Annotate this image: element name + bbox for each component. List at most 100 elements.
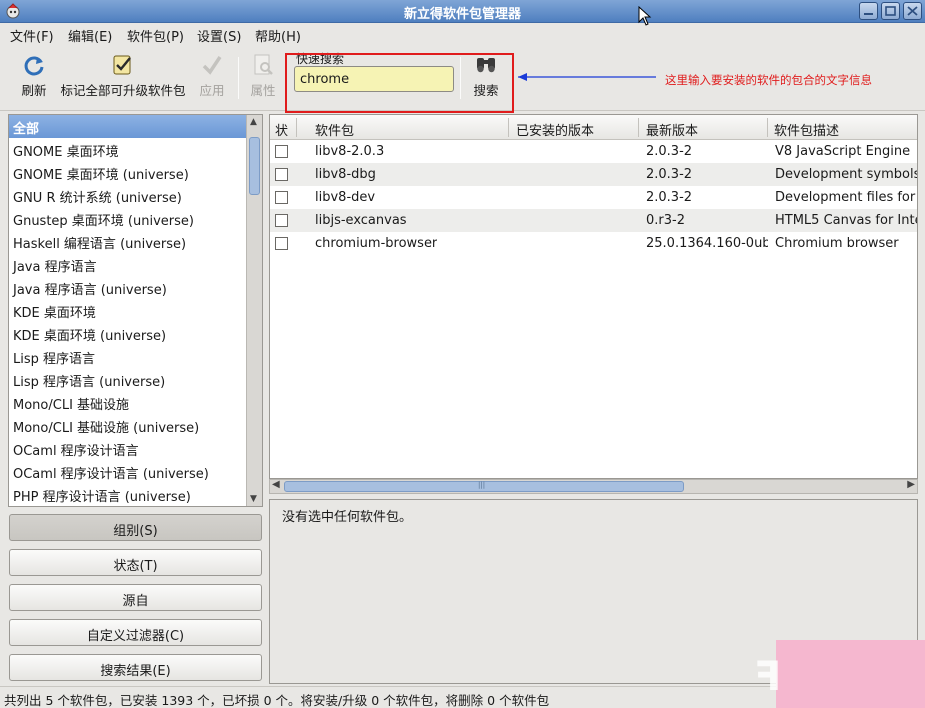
maximize-icon [885, 6, 896, 16]
table-row[interactable]: libv8-dev 2.0.3-2 Development files for [270, 186, 917, 209]
properties-label: 属性 [250, 83, 276, 98]
package-description: V8 JavaScript Engine [775, 144, 911, 159]
mark-all-label: 标记全部可升级软件包 [60, 83, 186, 98]
watermark-glyph-icon: ꟻ [754, 654, 782, 700]
list-item[interactable]: Java 程序语言 (universe) [9, 276, 247, 299]
toolbar-separator [238, 57, 239, 99]
menu-edit[interactable]: 编辑(E) [68, 26, 112, 45]
table-row[interactable]: libv8-dbg 2.0.3-2 Development symbols [270, 163, 917, 186]
list-item[interactable]: Mono/CLI 基础设施 [9, 391, 247, 414]
list-item[interactable]: KDE 桌面环境 [9, 299, 247, 322]
menu-file[interactable]: 文件(F) [10, 26, 54, 45]
column-divider [638, 118, 639, 137]
annotation-text: 这里输入要安装的软件的包合的文字信息 [665, 73, 872, 87]
table-row[interactable]: libjs-excanvas 0.r3-2 HTML5 Canvas for I… [270, 209, 917, 232]
latest-version: 2.0.3-2 [646, 167, 693, 182]
annotation-highlight-box [285, 53, 514, 113]
status-filter-button[interactable]: 状态(T) [9, 549, 262, 576]
list-item[interactable]: 全部 [9, 115, 247, 138]
title-bar: 新立得软件包管理器 [0, 0, 925, 23]
list-item[interactable]: GNU R 统计系统 (universe) [9, 184, 247, 207]
menu-help[interactable]: 帮助(H) [255, 26, 301, 45]
list-item[interactable]: Java 程序语言 [9, 253, 247, 276]
sections-list: 全部 GNOME 桌面环境 GNOME 桌面环境 (universe) GNU … [8, 114, 263, 507]
latest-version: 25.0.1364.160-0ubu [646, 236, 768, 251]
sections-scrollbar[interactable]: ▲ ▼ [246, 115, 262, 506]
list-item[interactable]: Mono/CLI 基础设施 (universe) [9, 414, 247, 437]
maximize-button[interactable] [881, 2, 900, 20]
table-row[interactable]: libv8-2.0.3 2.0.3-2 V8 JavaScript Engine [270, 140, 917, 163]
scroll-up-icon[interactable]: ▲ [250, 117, 257, 127]
mark-all-upgrades-button[interactable]: 标记全部可升级软件包 [56, 53, 190, 99]
list-item[interactable]: Haskell 编程语言 (universe) [9, 230, 247, 253]
scroll-down-icon[interactable]: ▼ [250, 494, 257, 504]
column-latest-version[interactable]: 最新版本 [646, 120, 698, 139]
package-description: Development files for [775, 190, 916, 205]
package-name: chromium-browser [315, 236, 438, 251]
latest-version: 0.r3-2 [646, 213, 685, 228]
table-header: 状 软件包 已安装的版本 最新版本 软件包描述 [270, 115, 917, 140]
properties-icon [254, 54, 273, 75]
table-horizontal-scrollbar[interactable]: ◀ ||| ▶ [269, 479, 918, 494]
sections-filter-button[interactable]: 组别(S) [9, 514, 262, 541]
package-table: 状 软件包 已安装的版本 最新版本 软件包描述 libv8-2.0.3 2.0.… [269, 114, 918, 479]
reload-button[interactable]: 刷新 [14, 53, 54, 99]
column-installed-version[interactable]: 已安装的版本 [516, 120, 594, 139]
reload-icon [24, 56, 44, 76]
list-item[interactable]: GNOME 桌面环境 (universe) [9, 161, 247, 184]
package-description: Development symbols [775, 167, 917, 182]
menu-bar: 文件(F) 编辑(E) 软件包(P) 设置(S) 帮助(H) [0, 23, 925, 45]
apply-label: 应用 [199, 83, 225, 98]
list-item[interactable]: OCaml 程序设计语言 (universe) [9, 460, 247, 483]
scrollbar-grip-icon: ||| [478, 481, 486, 489]
package-description: Chromium browser [775, 236, 899, 251]
column-package[interactable]: 软件包 [315, 120, 354, 139]
install-checkbox[interactable] [275, 237, 288, 250]
scroll-left-icon[interactable]: ◀ [272, 479, 280, 490]
minimize-button[interactable] [859, 2, 878, 20]
origin-filter-button[interactable]: 源自 [9, 584, 262, 611]
package-name: libv8-dev [315, 190, 376, 205]
list-item[interactable]: Gnustep 桌面环境 (universe) [9, 207, 247, 230]
details-message: 没有选中任何软件包。 [282, 510, 413, 525]
status-text: 共列出 5 个软件包，已安装 1393 个，已坏损 0 个。将安装/升级 0 个… [4, 693, 550, 708]
menu-package[interactable]: 软件包(P) [127, 26, 184, 45]
annotation-arrow-icon [518, 73, 656, 81]
list-item[interactable]: Lisp 程序语言 [9, 345, 247, 368]
apply-button[interactable]: 应用 [194, 53, 230, 99]
search-results-filter-button[interactable]: 搜索结果(E) [9, 654, 262, 681]
package-name: libjs-excanvas [315, 213, 407, 228]
list-item[interactable]: GNOME 桌面环境 [9, 138, 247, 161]
list-item[interactable]: Lisp 程序语言 (universe) [9, 368, 247, 391]
package-name: libv8-2.0.3 [315, 144, 385, 159]
list-item[interactable]: OCaml 程序设计语言 [9, 437, 247, 460]
column-description[interactable]: 软件包描述 [774, 120, 839, 139]
package-name: libv8-dbg [315, 167, 376, 182]
column-status[interactable]: 状 [275, 120, 288, 139]
column-divider [767, 118, 768, 137]
apply-check-icon [202, 56, 222, 75]
column-divider [508, 118, 509, 137]
package-description: HTML5 Canvas for Inte [775, 213, 917, 228]
list-item[interactable]: KDE 桌面环境 (universe) [9, 322, 247, 345]
custom-filter-button[interactable]: 自定义过滤器(C) [9, 619, 262, 646]
close-button[interactable] [903, 2, 922, 20]
scroll-right-icon[interactable]: ▶ [907, 479, 915, 490]
mark-upgrades-icon [113, 55, 131, 75]
scrollbar-thumb[interactable] [249, 137, 260, 195]
column-divider [296, 118, 297, 137]
latest-version: 2.0.3-2 [646, 190, 693, 205]
list-item[interactable]: PHP 程序设计语言 (universe) [9, 483, 247, 506]
table-row[interactable]: chromium-browser 25.0.1364.160-0ubu Chro… [270, 232, 917, 255]
latest-version: 2.0.3-2 [646, 144, 693, 159]
install-checkbox[interactable] [275, 214, 288, 227]
properties-button[interactable]: 属性 [245, 53, 281, 99]
install-checkbox[interactable] [275, 168, 288, 181]
minimize-icon [864, 13, 873, 15]
reload-label: 刷新 [21, 83, 47, 98]
menu-settings[interactable]: 设置(S) [197, 26, 241, 45]
install-checkbox[interactable] [275, 145, 288, 158]
install-checkbox[interactable] [275, 191, 288, 204]
close-icon [907, 6, 918, 16]
window-title: 新立得软件包管理器 [403, 7, 521, 22]
